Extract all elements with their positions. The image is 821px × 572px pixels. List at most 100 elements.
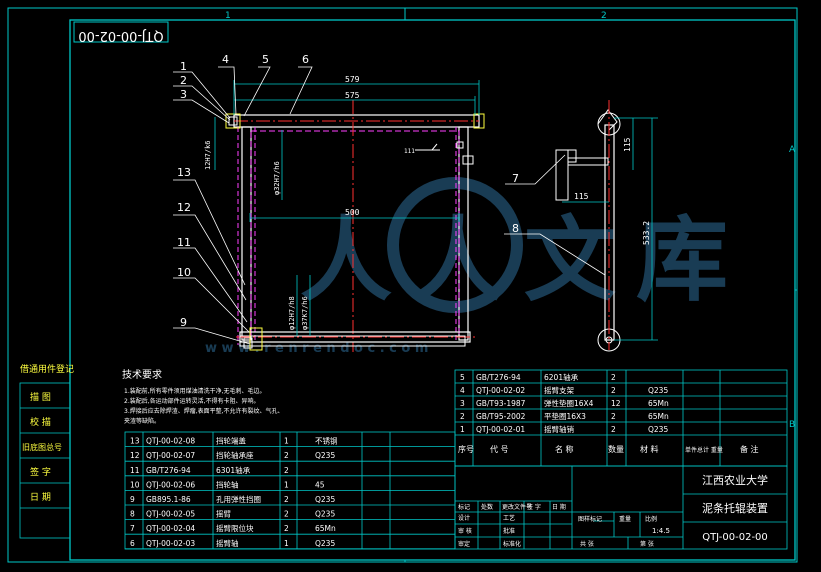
lower-part-cell-material: Q235 bbox=[315, 495, 335, 504]
balloon-4: 4 bbox=[222, 53, 229, 66]
balloon-7: 7 bbox=[512, 172, 519, 185]
lower-part-cell-name: 摇臂轴 bbox=[216, 538, 239, 548]
role-standard: 标准化 bbox=[503, 540, 521, 548]
upper-part-cell-code: GB/T95-2002 bbox=[476, 412, 526, 421]
role-final: 审定 bbox=[458, 540, 470, 548]
upper-part-cell-name: 弹性垫圈16X4 bbox=[544, 398, 594, 408]
title-name: 泥条托辊装置 bbox=[702, 501, 768, 515]
dim-side-115-v: 115 bbox=[623, 137, 632, 152]
dim-fit-12h7k6: 12H7/k6 bbox=[204, 140, 212, 170]
lower-part-cell-qty: 2 bbox=[284, 524, 289, 533]
lower-part-cell-no: 7 bbox=[130, 524, 135, 533]
lower-part-cell-code: GB/T276-94 bbox=[146, 466, 191, 475]
lower-part-cell-material: 45 bbox=[315, 480, 325, 489]
parts-header-cell: 数量 bbox=[608, 444, 624, 454]
rev-header-date: 日 期 bbox=[552, 503, 566, 511]
role-design: 设计 bbox=[458, 514, 470, 522]
upper-part-cell-qty: 12 bbox=[611, 399, 621, 408]
upper-part-cell-code: GB/T93-1987 bbox=[476, 399, 526, 408]
upper-part-cell-no: 4 bbox=[460, 386, 465, 395]
title-school: 江西农业大学 bbox=[702, 473, 768, 487]
tech-req-line-1: 1.装配前,所有零件须用煤油清洗干净,无毛刺、毛边。 bbox=[124, 387, 266, 395]
lower-part-cell-qty: 2 bbox=[284, 466, 289, 475]
balloon-5: 5 bbox=[262, 53, 269, 66]
title-sheet-b: 第 张 bbox=[640, 540, 654, 548]
lower-part-cell-code: QTJ-00-02-06 bbox=[146, 480, 195, 489]
lower-part-cell-material: Q235 bbox=[315, 510, 335, 519]
parts-header-cell: 名 称 bbox=[555, 444, 574, 454]
lower-part-cell-code: QTJ-00-02-03 bbox=[146, 539, 195, 548]
lower-part-cell-no: 8 bbox=[130, 510, 135, 519]
zone-b-label: B bbox=[789, 420, 795, 430]
balloon-11: 11 bbox=[177, 236, 191, 249]
lower-part-cell-code: QTJ-00-02-08 bbox=[146, 437, 195, 446]
cad-drawing-canvas: 1 2 A B QTJ-00-02-00 人人文库 w w w . r e n … bbox=[0, 0, 821, 572]
dim-side-115-h: 115 bbox=[574, 192, 589, 201]
upper-part-cell-code: QTJ-00-02-02 bbox=[476, 386, 525, 395]
lower-part-cell-name: 摇臂 bbox=[216, 509, 231, 519]
lower-part-cell-name: 挡轮轴 bbox=[216, 479, 239, 489]
balloon-13: 13 bbox=[177, 166, 191, 179]
upper-part-cell-name: 摇臂支架 bbox=[544, 385, 574, 395]
lower-part-cell-no: 12 bbox=[130, 451, 140, 460]
lower-part-cell-qty: 2 bbox=[284, 451, 289, 460]
title-scale-label: 比例 bbox=[645, 515, 657, 523]
dim-side-533: 533.2 bbox=[642, 221, 651, 245]
role-review: 审 核 bbox=[458, 527, 472, 535]
stamp-title: 借通用件登记 bbox=[20, 363, 74, 375]
upper-part-cell-material: 65Mn bbox=[648, 399, 669, 408]
stamp-row-trace: 描 图 bbox=[30, 391, 51, 403]
balloon-10: 10 bbox=[177, 266, 191, 279]
upper-part-cell-material: Q235 bbox=[648, 386, 668, 395]
tech-req-title: 技术要求 bbox=[122, 368, 162, 381]
weld-symbol-label: 111 bbox=[404, 148, 415, 155]
zone-2-label: 2 bbox=[601, 11, 607, 21]
upper-part-cell-code: QTJ-00-02-01 bbox=[476, 425, 525, 434]
lower-part-cell-name: 挡轮轴承座 bbox=[216, 450, 254, 460]
balloon-9: 9 bbox=[180, 316, 187, 329]
title-scale: 1:4.5 bbox=[652, 527, 670, 535]
lower-part-cell-material: Q235 bbox=[315, 451, 335, 460]
upper-part-cell-no: 3 bbox=[460, 399, 465, 408]
lower-part-cell-code: QTJ-00-02-07 bbox=[146, 451, 195, 460]
upper-part-cell-no: 2 bbox=[460, 412, 465, 421]
parts-header-cell: 代 号 bbox=[490, 444, 509, 454]
rev-header-sign: 签 字 bbox=[527, 503, 541, 511]
lower-part-cell-no: 11 bbox=[130, 466, 140, 475]
rev-header-mark: 标记 bbox=[458, 503, 470, 511]
lower-part-cell-qty: 1 bbox=[284, 437, 289, 446]
stamp-row-oldno: 旧底图总号 bbox=[22, 442, 62, 452]
lower-part-cell-qty: 1 bbox=[284, 480, 289, 489]
balloon-3: 3 bbox=[180, 88, 187, 101]
dim-500: 500 bbox=[345, 208, 360, 217]
rev-header-count: 处数 bbox=[481, 503, 493, 511]
lower-part-cell-no: 9 bbox=[130, 495, 135, 504]
lower-part-cell-name: 孔用弹性挡圈 bbox=[216, 494, 261, 504]
lower-part-cell-code: GB895.1-86 bbox=[146, 495, 191, 504]
balloon-8: 8 bbox=[512, 222, 519, 235]
stamp-row-sign: 签 字 bbox=[30, 466, 51, 478]
lower-part-cell-no: 13 bbox=[130, 437, 140, 446]
upper-part-cell-no: 5 bbox=[460, 373, 465, 382]
stamp-row-date: 日 期 bbox=[30, 492, 51, 503]
parts-header-cell: 序号 bbox=[458, 444, 474, 454]
upper-part-cell-qty: 2 bbox=[611, 373, 616, 382]
zone-a-label: A bbox=[789, 145, 796, 155]
dim-575: 575 bbox=[345, 91, 360, 100]
role-approve: 批准 bbox=[503, 527, 515, 535]
balloon-2: 2 bbox=[180, 74, 187, 87]
zone-1-label: 1 bbox=[225, 11, 231, 21]
title-weight-label: 重量 bbox=[619, 515, 631, 523]
parts-header-cell: 备 注 bbox=[740, 444, 759, 454]
lower-part-cell-name: 6301轴承 bbox=[216, 465, 251, 475]
mirrored-drawing-number: QTJ-00-02-00 bbox=[78, 28, 163, 43]
dim-fit-12h7h8: φ12H7/h8 bbox=[288, 296, 296, 330]
parts-header-cell: 材 料 bbox=[640, 444, 659, 454]
dim-fit-37k7h6: φ37K7/h6 bbox=[301, 296, 309, 330]
title-number: QTJ-00-02-00 bbox=[702, 532, 768, 543]
tech-req-line-2: 2.装配后,各运动部件运转灵活,不得有卡阻、异响。 bbox=[124, 397, 260, 405]
watermark-url: w w w . r e n r e n d o c . c o m bbox=[205, 341, 428, 356]
title-sheet-a: 共 张 bbox=[580, 540, 594, 548]
lower-part-cell-no: 10 bbox=[130, 480, 140, 489]
upper-part-cell-no: 1 bbox=[460, 425, 465, 434]
